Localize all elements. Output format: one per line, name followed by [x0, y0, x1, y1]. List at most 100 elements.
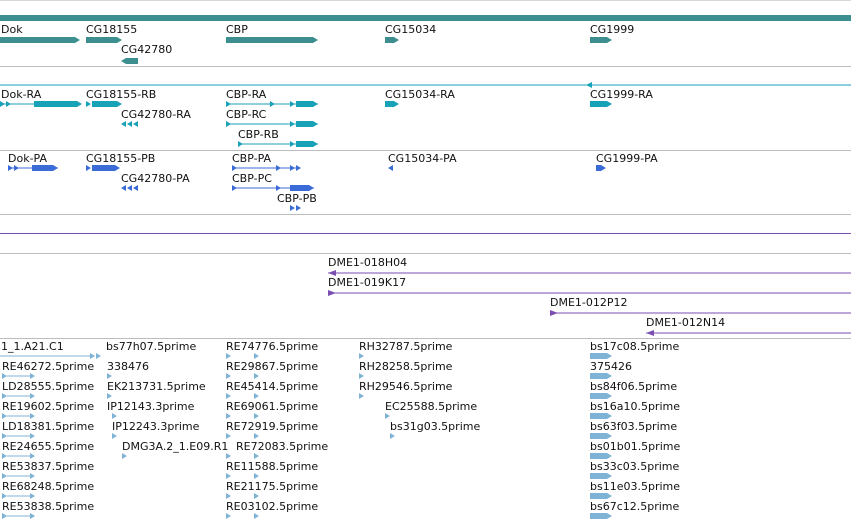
clone-glyph[interactable]	[550, 310, 558, 316]
est-label[interactable]: EC25588.5prime	[385, 400, 477, 413]
transcript-glyph[interactable]	[133, 121, 138, 127]
protein-label[interactable]: CG42780-PA	[121, 172, 190, 185]
gene-label[interactable]: CG18155	[86, 23, 137, 36]
est-glyph[interactable]	[226, 433, 231, 439]
protein-label[interactable]: CBP-PC	[232, 172, 272, 185]
protein-glyph[interactable]	[296, 205, 301, 211]
transcript-glyph[interactable]	[92, 101, 122, 107]
est-label[interactable]: RE03102.5prime	[226, 500, 318, 513]
est-glyph[interactable]	[30, 513, 35, 519]
est-label[interactable]: RE72919.5prime	[226, 420, 318, 433]
gene-glyph[interactable]	[86, 37, 122, 43]
est-label[interactable]: IP12143.3prime	[107, 400, 194, 413]
transcript-glyph[interactable]	[590, 101, 612, 107]
protein-glyph[interactable]	[92, 165, 120, 171]
transcript-glyph[interactable]	[290, 101, 295, 107]
protein-glyph[interactable]	[296, 165, 301, 171]
est-label[interactable]: RE46272.5prime	[2, 360, 94, 373]
est-glyph[interactable]	[2, 393, 7, 399]
est-label[interactable]: bs84f06.5prime	[590, 380, 677, 393]
est-label[interactable]: RE11588.5prime	[226, 460, 318, 473]
transcript-glyph[interactable]	[127, 121, 132, 127]
est-glyph[interactable]	[359, 373, 364, 379]
est-glyph[interactable]	[2, 493, 7, 499]
est-glyph[interactable]	[2, 453, 7, 459]
est-label[interactable]: RE21175.5prime	[226, 480, 318, 493]
clone-label[interactable]: DME1-012P12	[550, 296, 628, 309]
transcript-glyph[interactable]	[226, 101, 231, 107]
est-label[interactable]: bs11e03.5prime	[590, 480, 680, 493]
est-glyph[interactable]	[226, 493, 231, 499]
gene-label[interactable]: CBP	[226, 23, 248, 36]
est-glyph[interactable]	[590, 433, 612, 439]
est-label[interactable]: RE24655.5prime	[2, 440, 94, 453]
protein-glyph[interactable]	[127, 185, 132, 191]
est-glyph[interactable]	[2, 433, 7, 439]
est-label[interactable]: RH32787.5prime	[359, 340, 452, 353]
est-glyph[interactable]	[122, 453, 127, 459]
protein-glyph[interactable]	[276, 185, 281, 191]
protein-label[interactable]: CG18155-PB	[86, 152, 155, 165]
gene-glyph[interactable]	[385, 37, 399, 43]
est-glyph[interactable]	[590, 413, 612, 419]
gene-glyph[interactable]	[590, 37, 612, 43]
est-glyph[interactable]	[226, 393, 231, 399]
protein-label[interactable]: Dok-PA	[8, 152, 47, 165]
est-label[interactable]: bs67c12.5prime	[590, 500, 679, 513]
est-glyph[interactable]	[254, 513, 259, 519]
gene-label[interactable]: Dok	[1, 23, 23, 36]
transcript-glyph[interactable]	[296, 121, 318, 127]
protein-glyph[interactable]	[232, 165, 237, 171]
est-label[interactable]: LD18381.5prime	[2, 420, 94, 433]
est-label[interactable]: RE53838.5prime	[2, 500, 94, 513]
est-glyph[interactable]	[2, 513, 7, 519]
est-glyph[interactable]	[90, 353, 95, 359]
clone-label[interactable]: DME1-018H04	[328, 256, 407, 269]
est-glyph[interactable]	[590, 473, 612, 479]
est-glyph[interactable]	[590, 393, 612, 399]
est-label[interactable]: LD28555.5prime	[2, 380, 94, 393]
protein-glyph[interactable]	[32, 165, 58, 171]
est-label[interactable]: bs63f03.5prime	[590, 420, 677, 433]
est-glyph[interactable]	[107, 373, 112, 379]
protein-glyph[interactable]	[290, 185, 314, 191]
transcript-glyph[interactable]	[238, 141, 243, 147]
est-label[interactable]: RE69061.5prime	[226, 400, 318, 413]
est-label[interactable]: bs33c03.5prime	[590, 460, 679, 473]
est-label[interactable]: RE45414.5prime	[226, 380, 318, 393]
transcript-label[interactable]: Dok-RA	[1, 88, 41, 101]
protein-glyph[interactable]	[133, 185, 138, 191]
est-label[interactable]: bs01b01.5prime	[590, 440, 680, 453]
transcript-glyph[interactable]	[296, 101, 318, 107]
est-glyph[interactable]	[590, 513, 612, 519]
protein-glyph[interactable]	[232, 185, 237, 191]
est-label[interactable]: RE68248.5prime	[2, 480, 94, 493]
est-glyph[interactable]	[590, 373, 612, 379]
transcript-glyph[interactable]	[121, 121, 126, 127]
est-glyph[interactable]	[226, 373, 231, 379]
est-glyph[interactable]	[385, 413, 390, 419]
gene-label[interactable]: CG42780	[121, 43, 172, 56]
est-label[interactable]: bs31g03.5prime	[390, 420, 480, 433]
gene-label[interactable]: CG1999	[590, 23, 634, 36]
transcript-label[interactable]: CG15034-RA	[385, 88, 455, 101]
transcript-glyph[interactable]	[86, 101, 91, 107]
est-glyph[interactable]	[112, 433, 117, 439]
est-glyph[interactable]	[359, 393, 364, 399]
est-label[interactable]: EK213731.5prime	[107, 380, 206, 393]
protein-label[interactable]: CBP-PA	[232, 152, 271, 165]
est-glyph[interactable]	[254, 453, 259, 459]
est-label[interactable]: RE74776.5prime	[226, 340, 318, 353]
est-label[interactable]: 1_1.A21.C1	[1, 340, 64, 353]
est-label[interactable]: RH29546.5prime	[359, 380, 452, 393]
transcript-glyph[interactable]	[296, 141, 318, 147]
est-glyph[interactable]	[254, 433, 259, 439]
protein-glyph[interactable]	[121, 185, 126, 191]
est-label[interactable]: bs77h07.5prime	[106, 340, 196, 353]
est-glyph[interactable]	[30, 393, 35, 399]
transcript-glyph[interactable]	[34, 101, 82, 107]
transcript-label[interactable]: CBP-RB	[238, 128, 279, 141]
clone-label[interactable]: DME1-012N14	[646, 316, 725, 329]
transcript-glyph[interactable]	[385, 101, 399, 107]
est-glyph[interactable]	[590, 453, 612, 459]
